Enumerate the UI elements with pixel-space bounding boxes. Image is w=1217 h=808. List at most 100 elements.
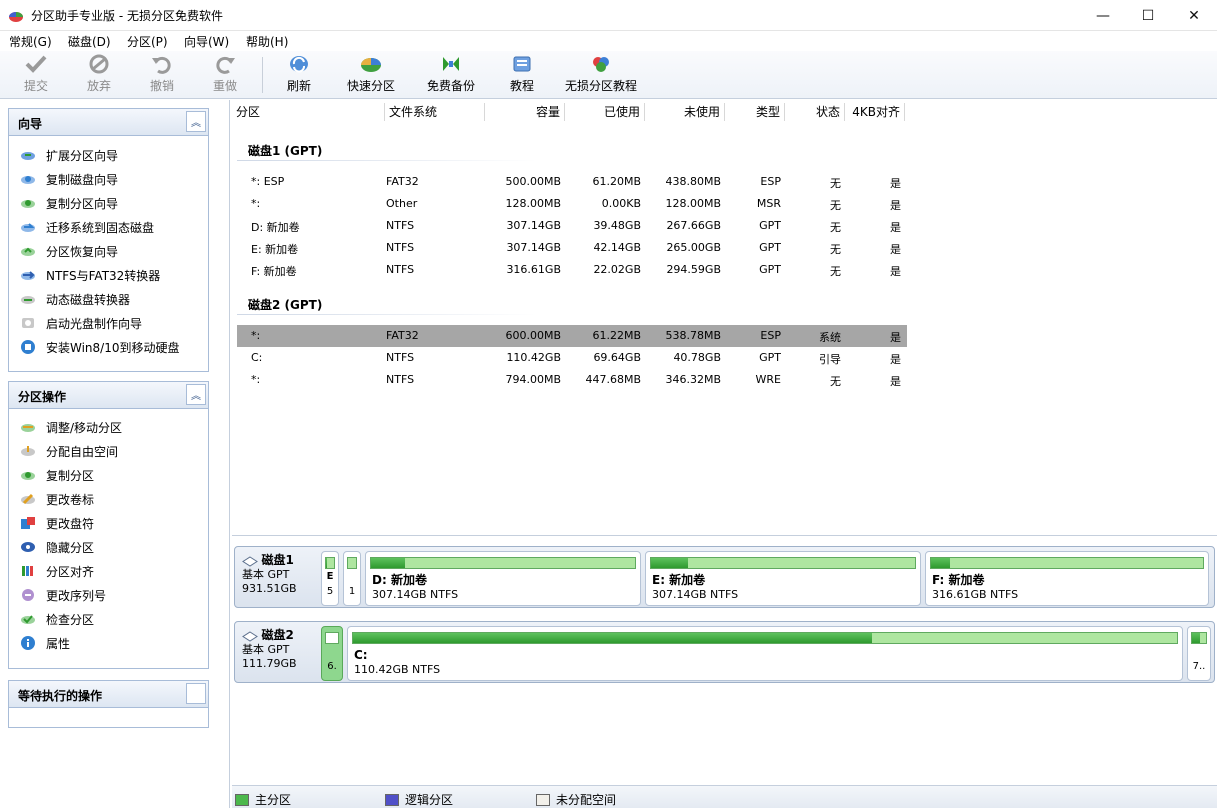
disk2-map[interactable]: 磁盘2 基本 GPT 111.79GB 6. C: 110.42GB NTFS 7… [234, 621, 1215, 683]
table-row[interactable]: E: 新加卷 NTFS 307.14GB 42.14GB 265.00GB GPT 无是 [237, 237, 907, 259]
col-filesystem[interactable]: 文件系统 [385, 103, 485, 121]
pending-panel-header: 等待执行的操作 [9, 681, 208, 708]
close-button[interactable]: ✕ [1171, 0, 1217, 31]
refresh-button[interactable]: 刷新 [285, 53, 313, 97]
disk2-style: 基本 GPT [242, 643, 290, 656]
disk1-partition-e[interactable]: E: 新加卷 307.14GB NTFS [645, 551, 921, 606]
disk1-size: 931.51GB [242, 582, 297, 595]
pending-panel-title: 等待执行的操作 [18, 689, 103, 703]
discard-button[interactable]: 放弃 [85, 53, 113, 97]
disk2-partition-c[interactable]: C: 110.42GB NTFS [347, 626, 1183, 681]
op-change-serial[interactable]: 更改序列号 [20, 585, 106, 605]
left-sidebar: 向导 ︽ 扩展分区向导 复制磁盘向导 复制分区向导 迁移系统到固态磁盘 分区恢复… [0, 100, 230, 808]
wizard-copy-disk[interactable]: 复制磁盘向导 [20, 169, 118, 189]
legend-primary: 主分区 [235, 791, 291, 808]
check-icon [21, 615, 35, 624]
menu-partition[interactable]: 分区(P) [127, 33, 168, 50]
table-row[interactable]: *: NTFS 794.00MB 447.68MB 346.32MB WRE 无是 [237, 369, 907, 391]
disk1-partition-d[interactable]: D: 新加卷 307.14GB NTFS [365, 551, 641, 606]
op-resize-move[interactable]: 调整/移动分区 [20, 417, 122, 437]
menu-help[interactable]: 帮助(H) [246, 33, 288, 50]
menu-disk[interactable]: 磁盘(D) [68, 33, 111, 50]
op-hide-partition[interactable]: 隐藏分区 [20, 537, 94, 557]
op-allocate-free-space[interactable]: 分配自由空间 [20, 441, 118, 461]
wizard-win-to-go[interactable]: 安装Win8/10到移动硬盘 [20, 337, 180, 357]
col-free[interactable]: 未使用 [645, 103, 725, 121]
collapse-up-icon[interactable]: ︽ [186, 384, 206, 405]
label-icon [21, 493, 35, 505]
col-partition[interactable]: 分区 [232, 103, 385, 121]
wizard-dynamic-disk-converter[interactable]: 动态磁盘转换器 [20, 289, 130, 309]
lossless-tutorial-icon [593, 57, 609, 72]
lossless-tutorial-button[interactable]: 无损分区教程 [565, 53, 637, 97]
toolbar: 提交 放弃 撤销 重做 刷新 快速分区 免费备份 教程 无损分区教程 [0, 51, 1217, 99]
wizard-bootable-cd[interactable]: 启动光盘制作向导 [20, 313, 142, 333]
copy-partition-icon [21, 200, 35, 208]
disk1-style: 基本 GPT [242, 568, 290, 581]
resize-icon [21, 424, 35, 432]
wizard-migrate-os-ssd[interactable]: 迁移系统到固态磁盘 [20, 217, 154, 237]
align-icon [22, 566, 33, 576]
col-capacity[interactable]: 容量 [485, 103, 565, 121]
converter-icon [21, 271, 35, 280]
free-backup-button[interactable]: 免费备份 [426, 53, 476, 97]
menu-general[interactable]: 常规(G) [9, 33, 52, 50]
op-partition-align[interactable]: 分区对齐 [20, 561, 94, 581]
col-used[interactable]: 已使用 [565, 103, 645, 121]
op-change-label[interactable]: 更改卷标 [20, 489, 94, 509]
disk1-partition-f[interactable]: F: 新加卷 316.61GB NTFS [925, 551, 1209, 606]
title-bar: 分区助手专业版 - 无损分区免费软件 — ☐ ✕ [0, 0, 1217, 31]
partition-f-usage [931, 558, 951, 568]
table-row[interactable]: C: NTFS 110.42GB 69.64GB 40.78GB GPT 引导是 [237, 347, 907, 369]
ops-panel-title: 分区操作 [18, 390, 67, 404]
disk1-name: 磁盘1 [261, 553, 294, 567]
undo-button[interactable]: 撤销 [148, 53, 176, 97]
backup-icon [443, 57, 459, 71]
op-copy-partition[interactable]: 复制分区 [20, 465, 94, 485]
wizard-copy-partition[interactable]: 复制分区向导 [20, 193, 118, 213]
recovery-icon [21, 247, 35, 256]
table-row[interactable]: *: Other 128.00MB 0.00KB 128.00MB MSR 无是 [237, 193, 907, 215]
col-4k-align[interactable]: 4KB对齐 [845, 103, 905, 121]
menu-wizard[interactable]: 向导(W) [184, 33, 229, 50]
collapse-up-icon[interactable]: ︽ [186, 111, 206, 132]
redo-icon [216, 56, 235, 74]
table-row-selected[interactable]: *: FAT32 600.00MB 61.22MB 538.78MB ESP 系统是 [237, 325, 907, 347]
undo-icon [152, 56, 171, 74]
op-check-partition[interactable]: 检查分区 [20, 609, 94, 629]
disk2-name: 磁盘2 [261, 628, 294, 642]
wizard-partition-recovery[interactable]: 分区恢复向导 [20, 241, 118, 261]
op-properties[interactable]: 属性 [20, 633, 70, 653]
windows-usb-icon [21, 340, 35, 354]
disk2-partition-recovery[interactable]: 7.. [1187, 626, 1211, 681]
table-row[interactable]: *: ESP FAT32 500.00MB 61.20MB 438.80MB ESP 无是 [237, 171, 907, 193]
migrate-os-icon [21, 223, 35, 232]
col-status[interactable]: 状态 [785, 103, 845, 121]
collapse-button[interactable] [186, 683, 206, 704]
wizard-ntfs-fat32-converter[interactable]: NTFS与FAT32转换器 [20, 265, 160, 285]
disk2-partition-esp-selected[interactable]: 6. [321, 626, 343, 681]
quick-partition-icon [361, 58, 381, 72]
legend-bar: 主分区 逻辑分区 未分配空间 [232, 785, 1217, 808]
disk1-partition-msr[interactable]: 1 [343, 551, 361, 606]
hide-eye-icon [21, 542, 35, 552]
wizard-extend-partition[interactable]: 扩展分区向导 [20, 145, 118, 165]
op-change-drive-letter[interactable]: 更改盘符 [20, 513, 94, 533]
table-row[interactable]: F: 新加卷 NTFS 316.61GB 22.02GB 294.59GB GPT 无是 [237, 259, 907, 281]
disk1-partition-esp[interactable]: E 5 [321, 551, 339, 606]
serial-icon [22, 589, 34, 601]
commit-button[interactable]: 提交 [22, 53, 50, 97]
quick-partition-button[interactable]: 快速分区 [346, 53, 396, 97]
maximize-button[interactable]: ☐ [1125, 0, 1171, 31]
tutorial-button[interactable]: 教程 [508, 53, 536, 97]
redo-button[interactable]: 重做 [211, 53, 239, 97]
minimize-button[interactable]: — [1080, 0, 1126, 31]
checkmark-icon [25, 55, 47, 73]
wizard-panel-header: 向导 ︽ [9, 109, 208, 136]
wizard-panel-title: 向导 [18, 117, 43, 131]
disk1-map[interactable]: 磁盘1 基本 GPT 931.51GB E 5 1 D: 新加卷 307.14GB… [234, 546, 1215, 608]
col-type[interactable]: 类型 [725, 103, 785, 121]
window-title: 分区助手专业版 - 无损分区免费软件 [31, 9, 223, 23]
extend-partition-icon [21, 152, 35, 160]
table-row[interactable]: D: 新加卷 NTFS 307.14GB 39.48GB 267.66GB GPT 无是 [237, 215, 907, 237]
